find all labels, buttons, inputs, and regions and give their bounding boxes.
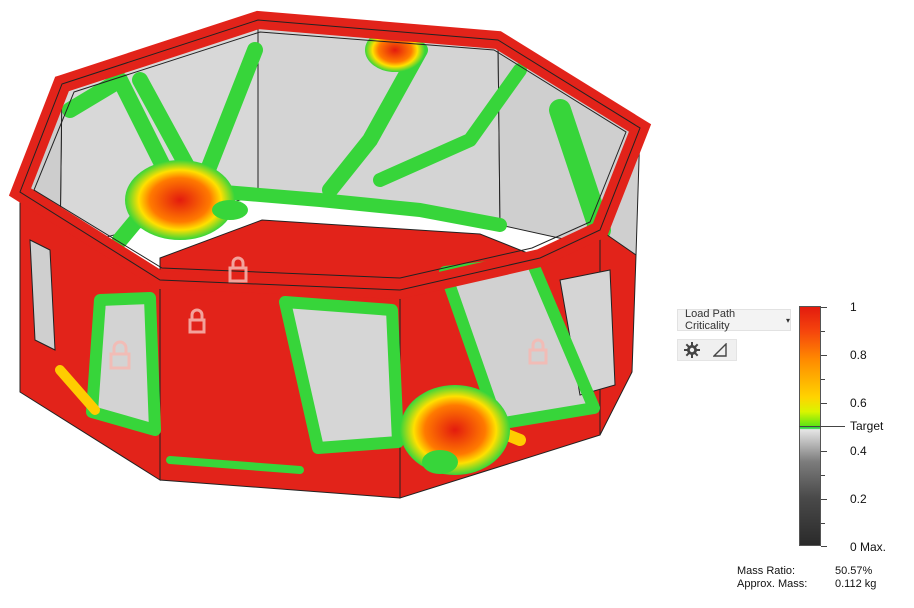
legend-label-0.2: 0.2 — [850, 492, 867, 506]
result-type-dropdown[interactable]: Load Path Criticality ▾ — [677, 308, 791, 332]
legend-tick — [821, 307, 827, 308]
mass-ratio-label: Mass Ratio: — [737, 565, 796, 577]
stress-hotspot — [422, 450, 458, 474]
legend-tick — [821, 331, 825, 332]
legend-label-0.6: 0.6 — [850, 396, 867, 410]
legend-tick — [821, 451, 827, 452]
legend-tick — [821, 355, 827, 356]
settings-button[interactable] — [678, 340, 706, 360]
legend-tick — [821, 499, 827, 500]
mass-stats: Mass Ratio: 50.57% Approx. Mass: 0.112 k… — [737, 565, 876, 591]
legend-toolbar — [677, 339, 737, 361]
legend-label-0: 0 Max. — [850, 540, 887, 554]
chevron-down-icon: ▾ — [785, 315, 790, 325]
legend-tick — [821, 546, 827, 547]
mass-ratio-row: Mass Ratio: 50.57% — [737, 565, 876, 578]
legend-label-1: 1 — [850, 300, 857, 314]
legend-tick — [821, 523, 825, 524]
triangle-icon — [713, 343, 727, 357]
target-marker[interactable] — [799, 426, 845, 427]
approx-mass-value: 0.112 kg — [835, 578, 877, 590]
legend-label-0.8: 0.8 — [850, 348, 867, 362]
legend-tick — [821, 403, 827, 404]
section-button[interactable] — [706, 340, 734, 360]
legend-tick — [821, 475, 825, 476]
stress-hotspot — [212, 200, 248, 220]
legend-label-target: Target — [850, 419, 884, 433]
mass-ratio-value: 50.57% — [835, 565, 873, 577]
legend-label-0.4: 0.4 — [850, 444, 867, 458]
dropdown-label: Load Path Criticality — [685, 308, 736, 332]
gear-icon — [684, 342, 700, 358]
approx-mass-row: Approx. Mass: 0.112 kg — [737, 578, 876, 591]
approx-mass-label: Approx. Mass: — [737, 578, 808, 590]
stress-hotspot — [125, 160, 235, 240]
model-viewport[interactable] — [0, 0, 914, 608]
legend-tick — [821, 379, 825, 380]
